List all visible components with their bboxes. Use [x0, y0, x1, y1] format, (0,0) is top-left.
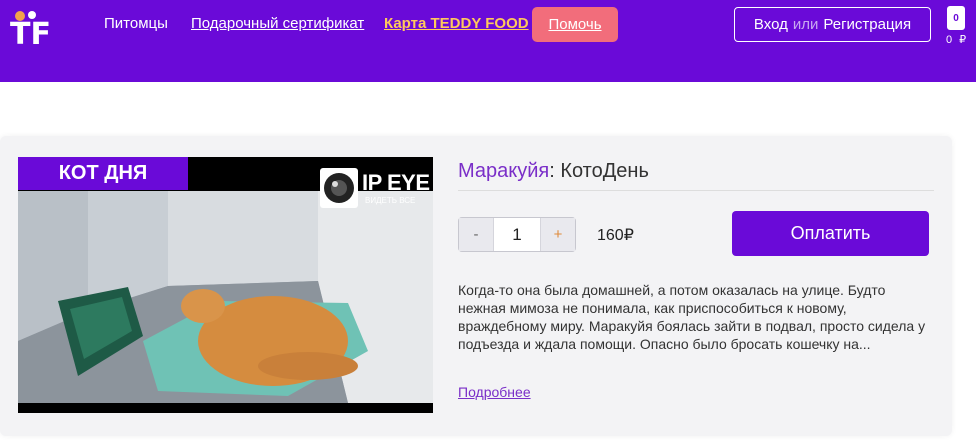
- cart-sum: 0 ₽: [946, 34, 969, 46]
- cat-of-the-day-badge: КОТ ДНЯ: [18, 157, 188, 190]
- ip-eye-watermark: IP EYE: [362, 170, 430, 195]
- nav-link-pets[interactable]: Питомцы: [104, 15, 168, 32]
- product-description: Когда-то она была домашней, а потом оказ…: [458, 282, 926, 352]
- ip-eye-tagline: ВИДЕТЬ ВСЕ: [365, 196, 416, 205]
- site-header: TF Питомцы Подарочный сертификат Карта T…: [0, 0, 976, 82]
- logo-letters: TF: [10, 17, 51, 46]
- login-label: Вход: [753, 16, 788, 33]
- cat-name: Маракуйя: [458, 160, 550, 182]
- quantity-input[interactable]: 1: [493, 218, 541, 251]
- product-name: : КотоДень: [549, 160, 649, 182]
- or-label: или: [792, 16, 819, 33]
- register-label: Регистрация: [823, 16, 912, 33]
- increase-button[interactable]: +: [541, 218, 575, 251]
- pay-button[interactable]: Оплатить: [732, 211, 929, 256]
- cat-photo: [18, 191, 433, 403]
- read-more-link[interactable]: Подробнее: [458, 384, 531, 400]
- help-button[interactable]: Помочь: [532, 7, 618, 42]
- divider: [458, 190, 934, 191]
- shopping-bag-icon[interactable]: 0: [947, 6, 965, 30]
- price-label: 160₽: [597, 227, 634, 244]
- nav-link-gift-certificate[interactable]: Подарочный сертификат: [191, 15, 364, 32]
- quantity-stepper: - 1 +: [458, 217, 576, 252]
- login-register-button[interactable]: Вход или Регистрация: [734, 7, 931, 42]
- nav-link-teddy-food-card[interactable]: Карта TEDDY FOOD: [384, 15, 529, 32]
- cart-count: 0: [953, 12, 959, 24]
- teddy-food-logo[interactable]: TF: [8, 10, 72, 46]
- decrease-button[interactable]: -: [459, 218, 493, 251]
- product-title: Маракуйя: КотоДень: [458, 160, 649, 183]
